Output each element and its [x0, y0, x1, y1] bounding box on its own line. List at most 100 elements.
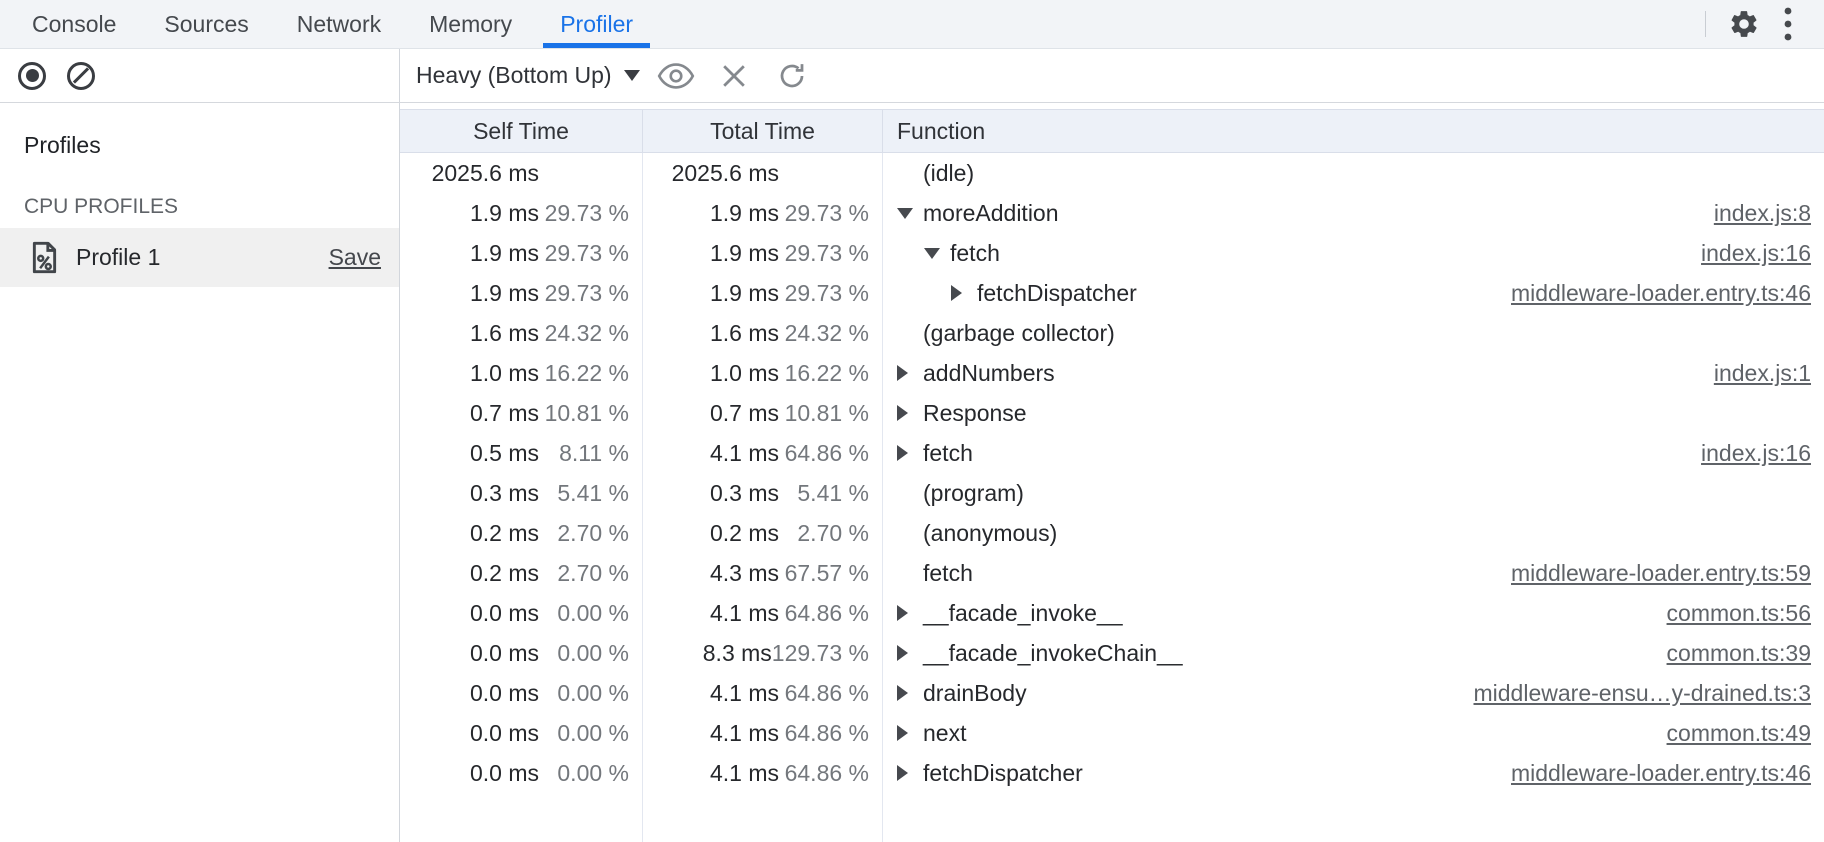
tab-console-label: Console — [32, 11, 116, 38]
table-row[interactable]: 1.6 ms 24.32 % 1.6 ms 24.32 % (garbage c… — [400, 313, 1824, 353]
expand-arrow-icon[interactable] — [897, 405, 923, 421]
function-name: (garbage collector) — [923, 320, 1115, 347]
self-time-percent: 0.00 % — [539, 720, 629, 747]
source-location-link[interactable]: common.ts:56 — [1667, 600, 1811, 627]
function-cell: next common.ts:49 — [883, 713, 1824, 753]
total-time-cell: 1.9 ms 29.73 % — [643, 273, 883, 313]
more-options-button[interactable] — [1766, 4, 1810, 44]
table-row[interactable]: 0.7 ms 10.81 % 0.7 ms 10.81 % Response — [400, 393, 1824, 433]
source-location-link[interactable]: common.ts:49 — [1667, 720, 1811, 747]
expand-arrow-icon[interactable] — [897, 365, 923, 381]
total-time-percent: 16.22 % — [779, 360, 869, 387]
tab-profiler[interactable]: Profiler — [536, 0, 657, 48]
function-cell: fetch index.js:16 — [883, 233, 1824, 273]
self-time-percent: 0.00 % — [539, 760, 629, 787]
clear-profiles-button[interactable] — [67, 62, 95, 90]
expand-arrow-icon[interactable] — [897, 685, 923, 701]
source-location-link[interactable]: middleware-loader.entry.ts:59 — [1511, 560, 1811, 587]
source-location-link[interactable]: index.js:16 — [1701, 240, 1811, 267]
tab-console[interactable]: Console — [8, 0, 140, 48]
profiles-sidebar: Profiles CPU PROFILES Profile 1 Save — [0, 103, 400, 842]
self-time-cell: 0.0 ms 0.00 % — [400, 593, 643, 633]
focus-selected-button[interactable] — [654, 56, 698, 96]
total-time-cell: 4.3 ms 67.57 % — [643, 553, 883, 593]
source-location-link[interactable]: middleware-ensu…y-drained.ts:3 — [1474, 680, 1812, 707]
column-header-function[interactable]: Function — [883, 110, 1824, 152]
expand-arrow-icon[interactable] — [897, 645, 923, 661]
tab-sources[interactable]: Sources — [140, 0, 272, 48]
self-time-ms: 1.9 ms — [470, 200, 539, 227]
total-time-cell: 4.1 ms 64.86 % — [643, 673, 883, 713]
table-row[interactable]: 0.0 ms 0.00 % 4.1 ms 64.86 % next common… — [400, 713, 1824, 753]
table-row[interactable]: 0.0 ms 0.00 % 4.1 ms 64.86 % __facade_in… — [400, 593, 1824, 633]
self-time-ms: 1.6 ms — [470, 320, 539, 347]
profile-document-icon — [30, 240, 59, 275]
self-time-percent: 2.70 % — [539, 560, 629, 587]
source-location-link[interactable]: index.js:16 — [1701, 440, 1811, 467]
column-header-self-time[interactable]: Self Time — [400, 110, 643, 152]
self-time-percent: 29.73 % — [539, 280, 629, 307]
toolbar-left — [0, 49, 400, 102]
source-location-link[interactable]: index.js:8 — [1714, 200, 1811, 227]
source-location-link[interactable]: middleware-loader.entry.ts:46 — [1511, 760, 1811, 787]
self-time-percent: 10.81 % — [539, 400, 629, 427]
table-row[interactable]: 1.0 ms 16.22 % 1.0 ms 16.22 % addNumbers… — [400, 353, 1824, 393]
function-cell: __facade_invokeChain__ common.ts:39 — [883, 633, 1824, 673]
function-cell: drainBody middleware-ensu…y-drained.ts:3 — [883, 673, 1824, 713]
table-row[interactable]: 0.0 ms 0.00 % 8.3 ms 129.73 % __facade_i… — [400, 633, 1824, 673]
total-time-ms: 4.1 ms — [710, 720, 779, 747]
table-row[interactable]: 1.9 ms 29.73 % 1.9 ms 29.73 % fetch inde… — [400, 233, 1824, 273]
tab-memory[interactable]: Memory — [405, 0, 536, 48]
record-button[interactable] — [18, 62, 46, 90]
total-time-cell: 0.7 ms 10.81 % — [643, 393, 883, 433]
total-time-ms: 1.9 ms — [710, 280, 779, 307]
function-cell: __facade_invoke__ common.ts:56 — [883, 593, 1824, 633]
total-time-percent: 64.86 % — [779, 680, 869, 707]
function-name: fetch — [923, 440, 973, 467]
source-location-link[interactable]: middleware-loader.entry.ts:46 — [1511, 280, 1811, 307]
source-location-link[interactable]: index.js:1 — [1714, 360, 1811, 387]
self-time-cell: 0.0 ms 0.00 % — [400, 753, 643, 793]
table-row[interactable]: 0.0 ms 0.00 % 4.1 ms 64.86 % drainBody m… — [400, 673, 1824, 713]
profiler-toolbar: Heavy (Bottom Up) — [0, 49, 1824, 103]
total-time-cell: 4.1 ms 64.86 % — [643, 433, 883, 473]
function-cell: fetchDispatcher middleware-loader.entry.… — [883, 273, 1824, 313]
settings-button[interactable] — [1722, 4, 1766, 44]
expand-arrow-icon[interactable] — [951, 285, 977, 301]
total-time-percent: 64.86 % — [779, 440, 869, 467]
grid-filler — [400, 793, 1824, 842]
function-name: moreAddition — [923, 200, 1059, 227]
expand-arrow-icon[interactable] — [897, 445, 923, 461]
exclude-selected-button[interactable] — [712, 56, 756, 96]
function-cell: moreAddition index.js:8 — [883, 193, 1824, 233]
self-time-cell: 0.2 ms 2.70 % — [400, 553, 643, 593]
table-row[interactable]: 0.0 ms 0.00 % 4.1 ms 64.86 % fetchDispat… — [400, 753, 1824, 793]
save-profile-link[interactable]: Save — [329, 244, 381, 271]
total-time-cell: 4.1 ms 64.86 % — [643, 713, 883, 753]
total-time-percent: 10.81 % — [779, 400, 869, 427]
table-row[interactable]: 1.9 ms 29.73 % 1.9 ms 29.73 % fetchDispa… — [400, 273, 1824, 313]
table-row[interactable]: 2025.6 ms 2025.6 ms (idle) — [400, 153, 1824, 193]
expand-arrow-icon[interactable] — [897, 208, 923, 219]
table-row[interactable]: 0.2 ms 2.70 % 0.2 ms 2.70 % (anonymous) — [400, 513, 1824, 553]
total-time-ms: 4.3 ms — [710, 560, 779, 587]
expand-arrow-icon[interactable] — [897, 725, 923, 741]
view-mode-dropdown[interactable]: Heavy (Bottom Up) — [416, 62, 640, 89]
function-name: __facade_invoke__ — [923, 600, 1123, 627]
table-row[interactable]: 0.5 ms 8.11 % 4.1 ms 64.86 % fetch index… — [400, 433, 1824, 473]
table-row[interactable]: 0.3 ms 5.41 % 0.3 ms 5.41 % (program) — [400, 473, 1824, 513]
profile-name: Profile 1 — [76, 244, 329, 271]
source-location-link[interactable]: common.ts:39 — [1667, 640, 1811, 667]
tab-network[interactable]: Network — [273, 0, 405, 48]
column-header-total-time[interactable]: Total Time — [643, 110, 883, 152]
filler-cell — [643, 793, 883, 842]
total-time-percent: 64.86 % — [779, 720, 869, 747]
expand-arrow-icon[interactable] — [924, 248, 950, 259]
table-row[interactable]: 1.9 ms 29.73 % 1.9 ms 29.73 % moreAdditi… — [400, 193, 1824, 233]
total-time-ms: 1.0 ms — [710, 360, 779, 387]
expand-arrow-icon[interactable] — [897, 765, 923, 781]
profile-list-item[interactable]: Profile 1 Save — [0, 228, 399, 287]
expand-arrow-icon[interactable] — [897, 605, 923, 621]
table-row[interactable]: 0.2 ms 2.70 % 4.3 ms 67.57 % fetch middl… — [400, 553, 1824, 593]
restore-all-button[interactable] — [770, 56, 814, 96]
